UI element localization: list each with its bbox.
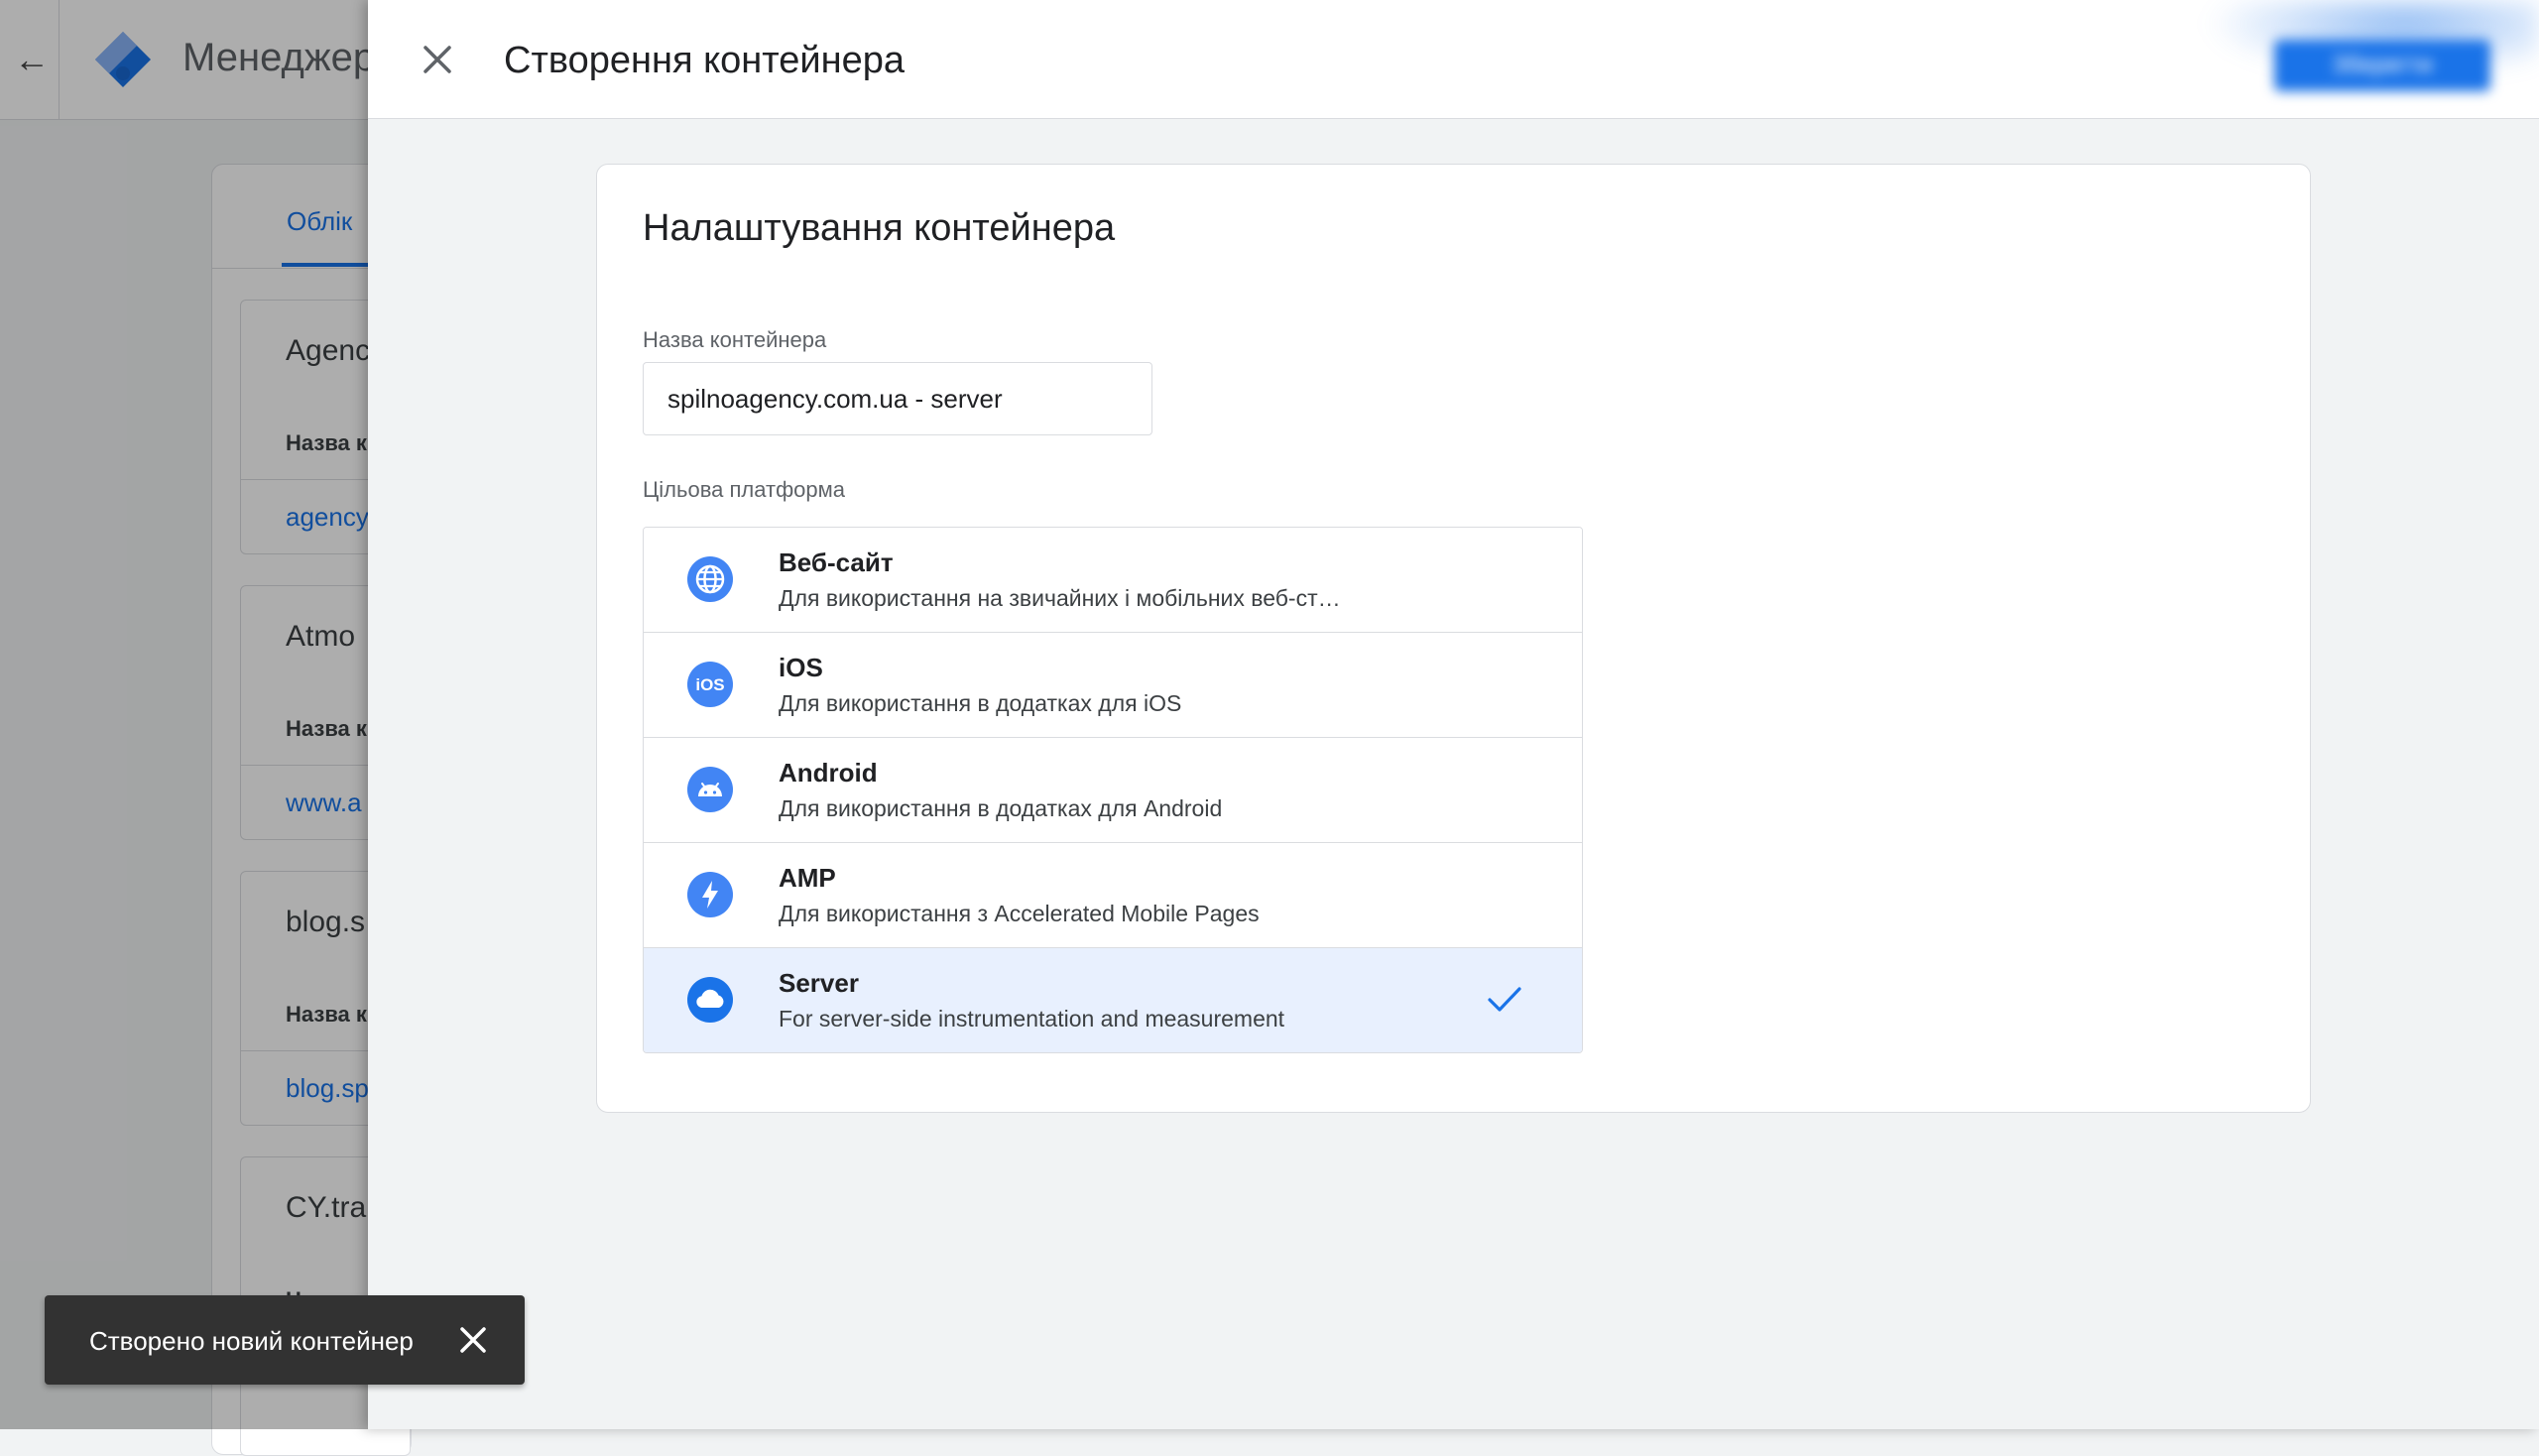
- save-button[interactable]: Зберегти: [2274, 40, 2490, 91]
- svg-text:iOS: iOS: [695, 675, 724, 694]
- create-container-panel: Створення контейнера Зберегти Налаштуван…: [368, 0, 2539, 1429]
- snackbar: Створено новий контейнер: [45, 1295, 525, 1385]
- platform-title: AMP: [779, 863, 836, 893]
- platform-title: Android: [779, 758, 878, 788]
- platform-option-server[interactable]: Server For server-side instrumentation a…: [644, 948, 1582, 1052]
- platform-option-website[interactable]: Веб-сайт Для використання на звичайних і…: [644, 528, 1582, 633]
- platform-description: Для використання в додатках для iOS: [779, 690, 1182, 716]
- panel-header: Створення контейнера Зберегти: [368, 0, 2539, 119]
- platform-title: Веб-сайт: [779, 547, 894, 577]
- platform-option-ios[interactable]: iOS iOS Для використання в додатках для …: [644, 633, 1582, 738]
- globe-icon: [687, 556, 733, 602]
- container-name-label: Назва контейнера: [643, 327, 827, 352]
- android-icon: [687, 767, 733, 812]
- section-title: Налаштування контейнера: [643, 207, 1116, 249]
- close-icon[interactable]: [416, 38, 459, 81]
- platform-option-android[interactable]: Android Для використання в додатках для …: [644, 738, 1582, 843]
- container-name-input[interactable]: [643, 362, 1152, 435]
- panel-title: Створення контейнера: [504, 40, 906, 81]
- ios-icon: iOS: [687, 662, 733, 707]
- snackbar-message: Створено новий контейнер: [89, 1326, 414, 1356]
- target-platform-label: Цільова платформа: [643, 477, 845, 502]
- platform-description: Для використання з Accelerated Mobile Pa…: [779, 901, 1260, 926]
- checkmark-icon: [1488, 987, 1521, 1012]
- platform-title: iOS: [779, 653, 823, 682]
- snackbar-close-icon[interactable]: [455, 1322, 491, 1358]
- amp-bolt-icon: [687, 872, 733, 917]
- platform-option-amp[interactable]: AMP Для використання з Accelerated Mobil…: [644, 843, 1582, 948]
- platform-description: Для використання в додатках для Android: [779, 795, 1223, 821]
- cloud-icon: [687, 977, 733, 1023]
- platform-description: For server-side instrumentation and meas…: [779, 1006, 1285, 1031]
- platform-title: Server: [779, 968, 859, 998]
- platform-list: Веб-сайт Для використання на звичайних і…: [643, 527, 1583, 1053]
- platform-description: Для використання на звичайних і мобільни…: [779, 585, 1341, 611]
- container-settings-card: Налаштування контейнера Назва контейнера…: [596, 164, 2311, 1113]
